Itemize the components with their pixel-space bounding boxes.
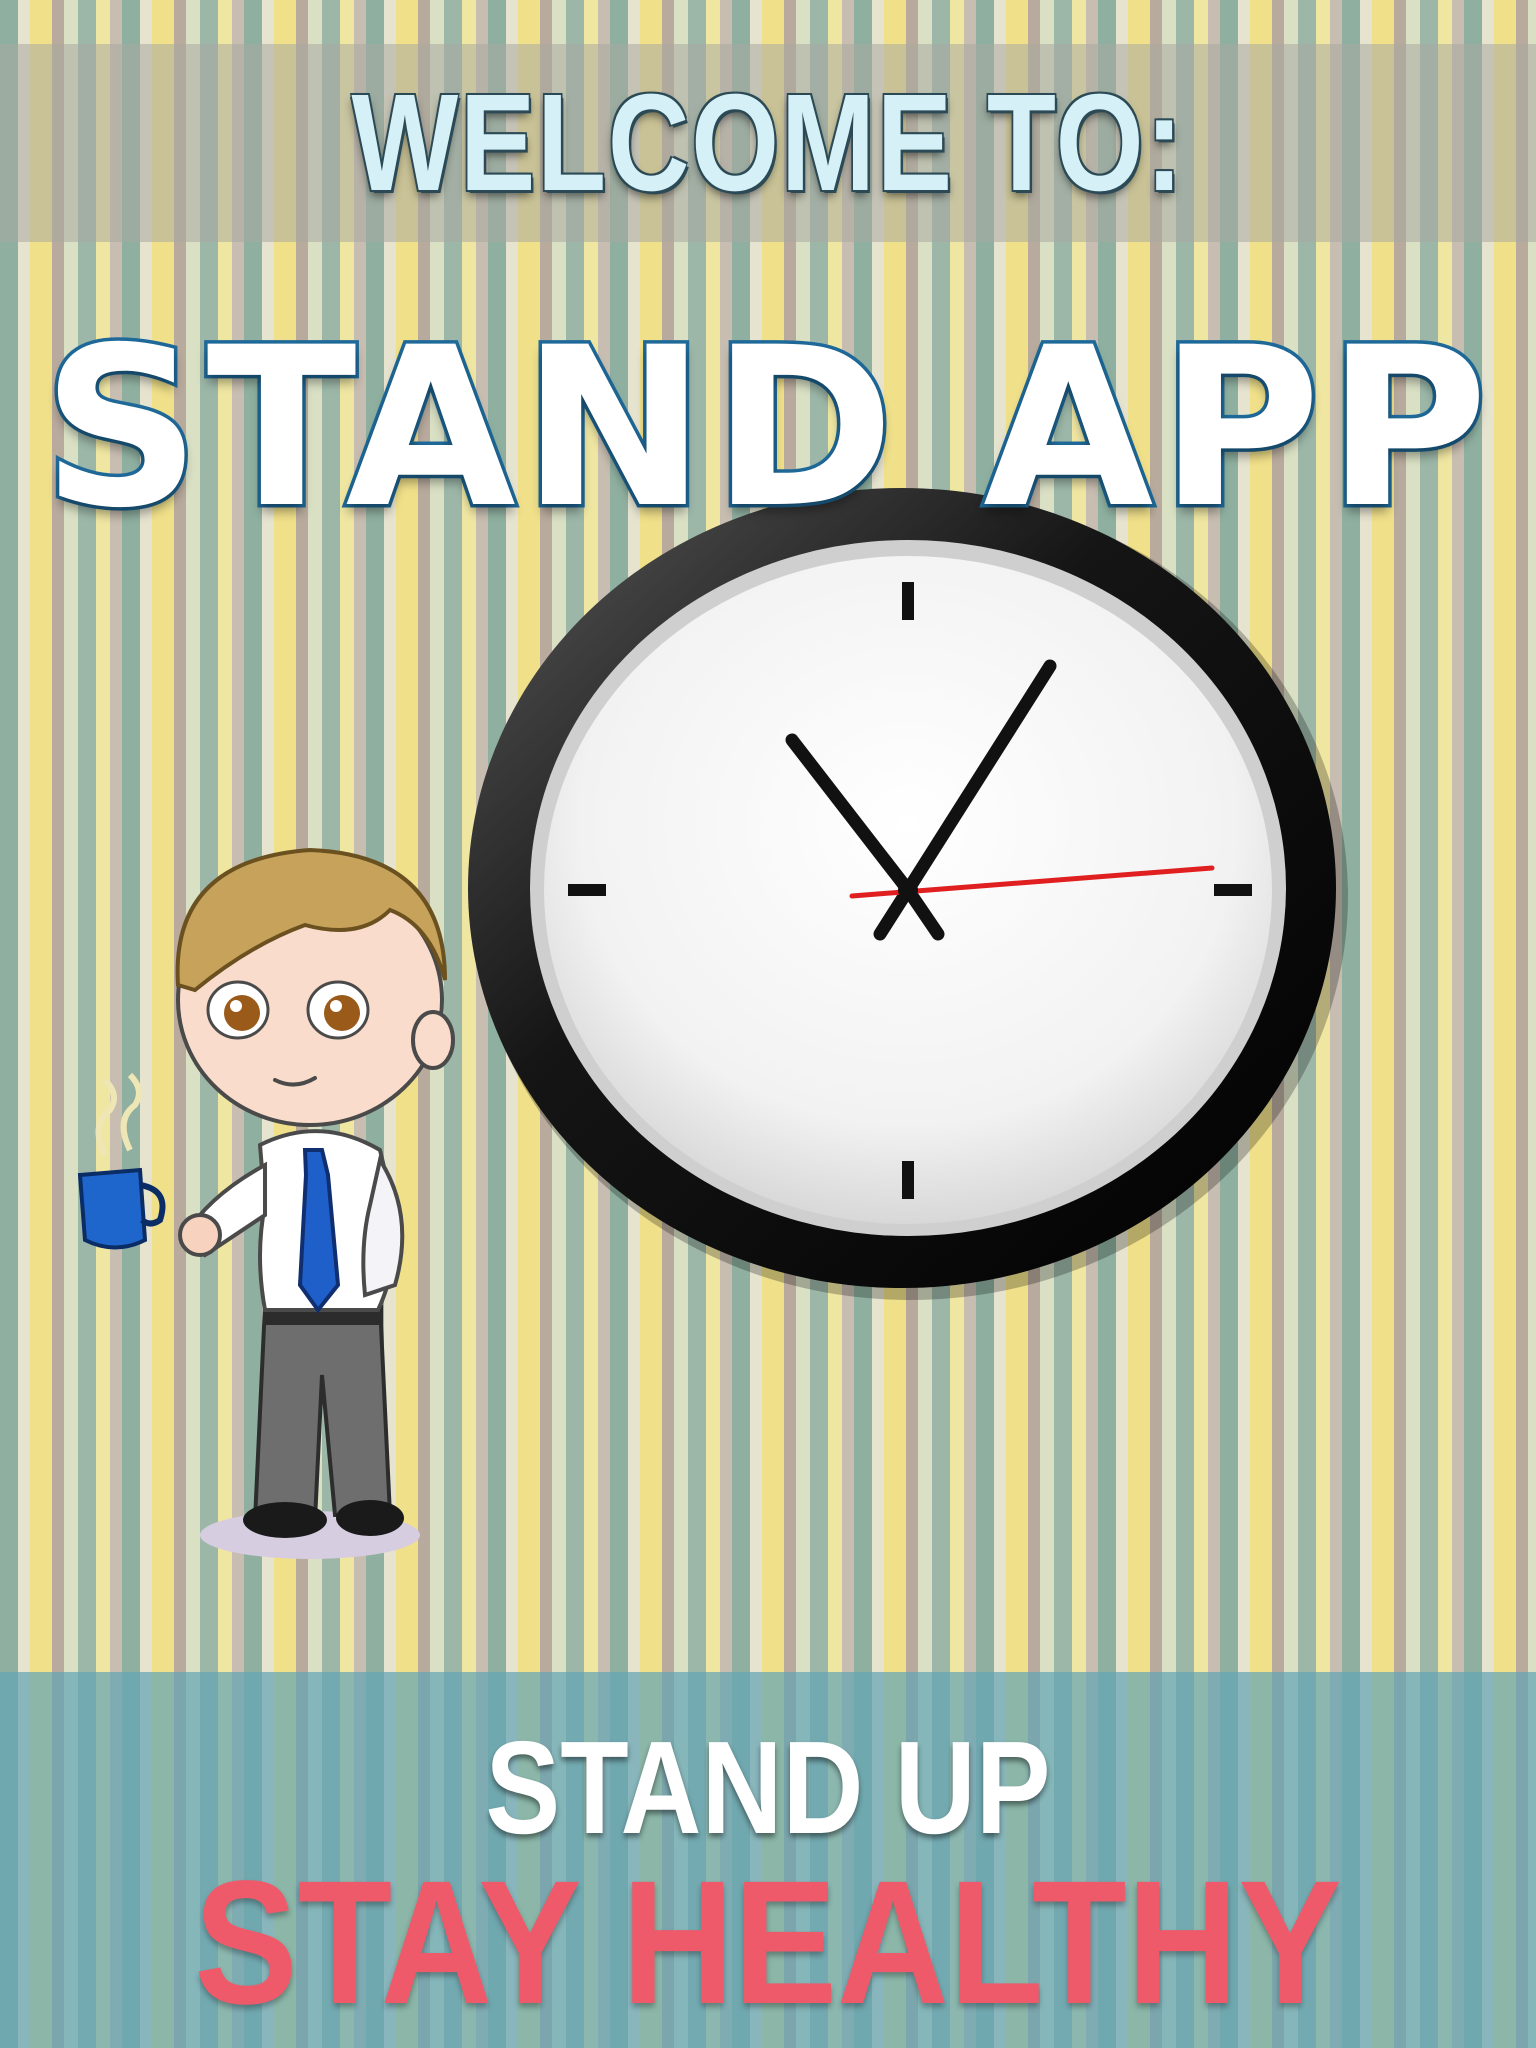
welcome-heading: WELCOME TO: — [351, 65, 1185, 220]
welcome-banner: WELCOME TO: — [0, 44, 1536, 242]
tagline-stand-up: STAND UP — [485, 1714, 1051, 1861]
office-worker-illustration — [77, 847, 455, 1559]
app-title: STAND APP — [39, 297, 1494, 560]
tagline-stay-healthy: STAY HEALTHY — [194, 1845, 1342, 2041]
tagline-banner: STAND UP STAY HEALTHY — [0, 1672, 1536, 2048]
wall-clock-icon — [468, 488, 1348, 1300]
